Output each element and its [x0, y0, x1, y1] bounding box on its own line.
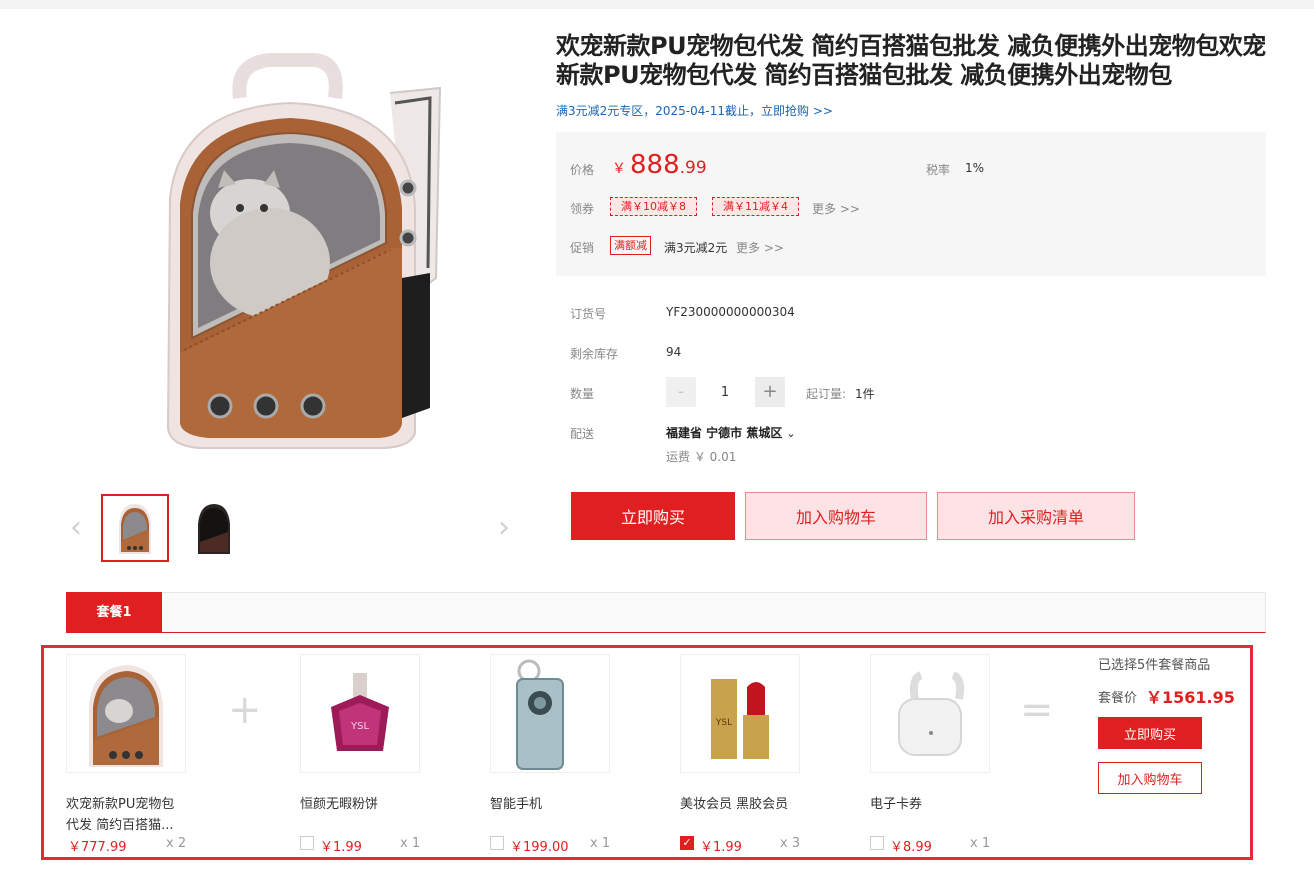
bundle-item-2-checkbox[interactable]: [300, 836, 314, 850]
bundle-item-2-qty: x 1: [400, 836, 421, 851]
thumbnail-1[interactable]: [101, 494, 169, 562]
promo-tag: 满额减: [610, 236, 651, 255]
bundle-item-4-checkbox[interactable]: ✓: [680, 836, 694, 850]
promo-label: 促销: [570, 241, 595, 255]
bundle-item-3-qty: x 1: [590, 836, 611, 851]
bundle-price-label: 套餐价: [1098, 691, 1138, 706]
buy-now-button[interactable]: 立即购买: [571, 492, 735, 540]
quantity-increase-button[interactable]: +: [755, 377, 785, 407]
stock-value: 94: [666, 345, 682, 359]
add-to-purchase-list-button[interactable]: 加入采购清单: [937, 492, 1135, 540]
sku-value: YF230000000000304: [666, 305, 795, 319]
tax-value: 1%: [965, 161, 985, 175]
thumbnail-next-arrow-icon[interactable]: ›: [494, 511, 514, 545]
bundle-item-4-price: ￥1.99: [700, 840, 742, 855]
bundle-item-1-name-line1: 欢宠新款PU宠物包: [66, 797, 175, 812]
min-order-value: 1件: [855, 387, 875, 401]
add-to-cart-button[interactable]: 加入购物车: [745, 492, 927, 540]
coupon-more-link[interactable]: 更多 >>: [812, 200, 860, 217]
tab-bundle-1[interactable]: 套餐1: [66, 592, 162, 633]
bundle-item-1-price: ￥777.99: [68, 840, 127, 855]
bundle-item-1-qty: x 2: [166, 836, 187, 851]
phone-image[interactable]: [490, 654, 610, 773]
bundle-item-5-checkbox[interactable]: [870, 836, 884, 850]
price-label: 价格: [570, 163, 595, 177]
product-price: ￥ 888.99: [612, 150, 707, 180]
bundle-frame: [41, 645, 1253, 860]
bundle-item-5-price: ￥8.99: [890, 840, 932, 855]
cat-backpack-image[interactable]: [66, 654, 186, 773]
coupon-10-8[interactable]: 满￥10减￥8: [610, 197, 697, 216]
earbuds-image[interactable]: [870, 654, 990, 773]
bundle-item-1-name: 欢宠新款PU宠物包 代发 简约百搭猫...: [66, 794, 174, 836]
promo-more-link[interactable]: 更多 >>: [736, 239, 784, 256]
bundle-item-5-qty: x 1: [970, 836, 991, 851]
bundle-item-4-name: 美妆会员 黑胶会员: [680, 797, 789, 812]
product-title: 欢宠新款PU宠物包代发 简约百搭猫包批发 减负便携外出宠物包欢宠新款PU宠物包代…: [556, 32, 1266, 89]
region-text: 福建省 宁德市 蕉城区: [666, 426, 783, 440]
bundle-item-2-price: ￥1.99: [320, 840, 362, 855]
quantity-input[interactable]: [700, 377, 750, 407]
thumbnail-2[interactable]: [180, 494, 248, 562]
quantity-decrease-button[interactable]: -: [666, 377, 696, 407]
shipping-label: 配送: [570, 427, 595, 441]
bundle-tabbar: [66, 592, 1266, 633]
coupon-label: 领券: [570, 202, 595, 216]
region-selector[interactable]: 福建省 宁德市 蕉城区 ⌄: [666, 424, 796, 441]
svg-text:YSL: YSL: [715, 718, 732, 728]
bundle-item-4-qty: x 3: [780, 836, 801, 851]
plus-icon: +: [228, 687, 262, 733]
shipping-fee: 运费 ￥ 0.01: [666, 450, 737, 464]
promo-zone-link[interactable]: 满3元减2元专区，2025-04-11截止，立即抢购 >>: [556, 102, 833, 119]
chevron-down-icon: ⌄: [786, 427, 796, 440]
thumbnail-prev-arrow-icon[interactable]: ‹: [66, 511, 86, 545]
tax-label: 税率: [926, 163, 951, 177]
coupon-11-4[interactable]: 满￥11减￥4: [712, 197, 799, 216]
quantity-label: 数量: [570, 387, 595, 401]
bundle-item-1-name-line2: 代发 简约百搭猫...: [66, 818, 174, 833]
lipstick-image[interactable]: YSL: [680, 654, 800, 773]
price-decimal: .99: [679, 158, 707, 178]
sku-label: 订货号: [570, 307, 607, 321]
bundle-item-3-price: ￥199.00: [510, 840, 569, 855]
price-integer: 888: [630, 150, 680, 180]
bundle-item-2-name: 恒颜无暇粉饼: [300, 797, 379, 812]
perfume-image[interactable]: YSL: [300, 654, 420, 773]
bundle-item-3-name: 智能手机: [490, 797, 543, 812]
stock-label: 剩余库存: [570, 347, 619, 361]
promo-text: 满3元减2元: [664, 241, 728, 255]
main-product-image: [140, 38, 500, 458]
bundle-price: ￥1561.95: [1146, 688, 1235, 707]
bundle-selected-count: 已选择5件套餐商品: [1098, 658, 1211, 673]
bundle-buy-now-button[interactable]: 立即购买: [1098, 717, 1202, 749]
min-order-label: 起订量:: [806, 387, 847, 401]
top-strip: [0, 0, 1314, 9]
bundle-item-5-name: 电子卡券: [870, 797, 923, 812]
equals-icon: =: [1020, 687, 1054, 733]
currency-symbol: ￥: [612, 161, 626, 177]
svg-text:YSL: YSL: [350, 721, 369, 732]
bundle-add-to-cart-button[interactable]: 加入购物车: [1098, 762, 1202, 794]
bundle-item-3-checkbox[interactable]: [490, 836, 504, 850]
